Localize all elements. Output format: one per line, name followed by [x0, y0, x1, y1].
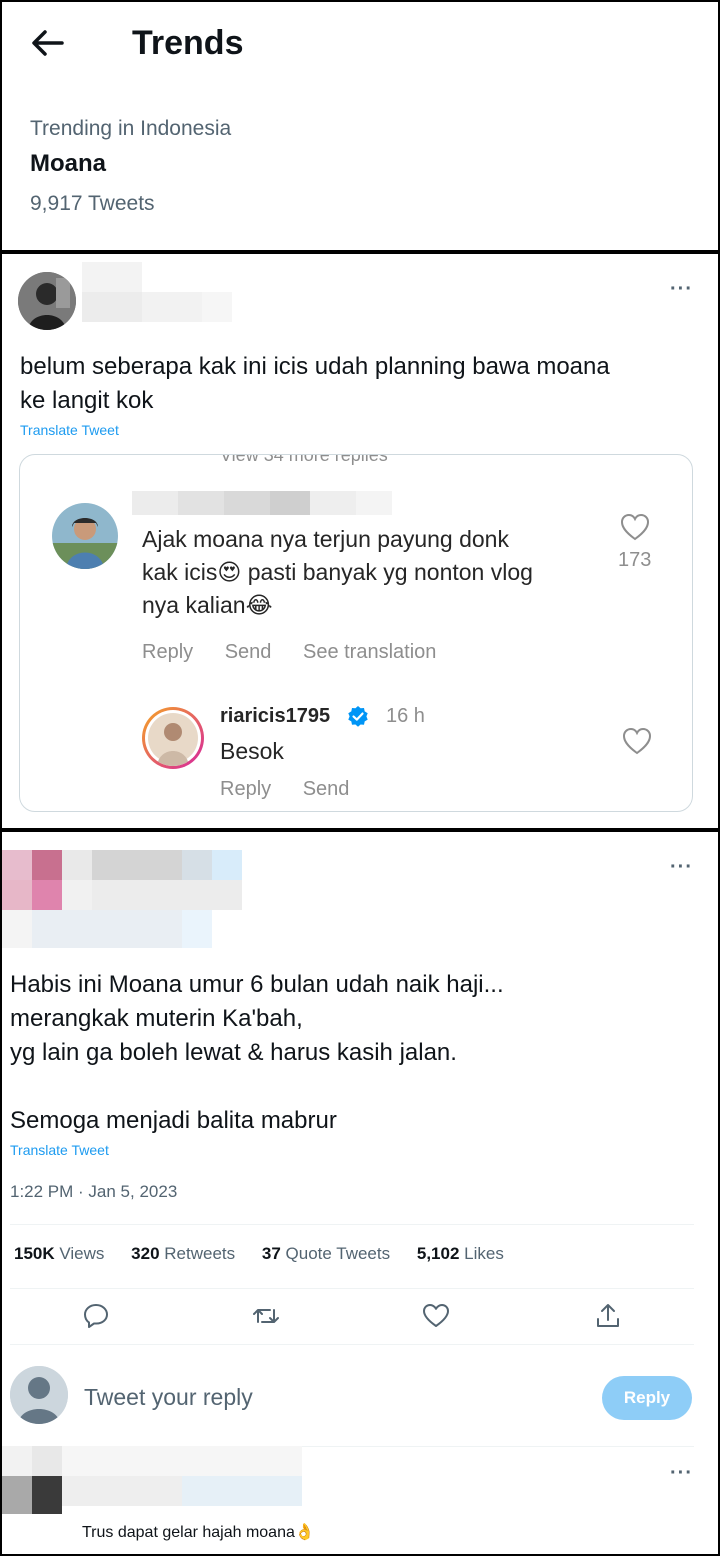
tweet-2: ··· Habis ini Moana umur 6 bulan udah na…	[0, 830, 720, 1556]
tweet-1: ··· belum seberapa kak ini icis udah pla…	[0, 252, 720, 830]
commenter-avatar[interactable]	[52, 503, 118, 569]
trend-tweet-count: 9,917 Tweets	[30, 192, 155, 215]
send-action[interactable]: Send	[303, 778, 350, 800]
reply-button[interactable]: Reply	[602, 1376, 692, 1420]
more-options-icon[interactable]: ···	[670, 1462, 693, 1485]
like-icon[interactable]	[422, 1302, 450, 1330]
heart-icon[interactable]	[620, 513, 650, 541]
verified-badge-icon	[348, 706, 368, 727]
comment-actions: Reply Send See translation	[142, 641, 462, 664]
back-arrow-icon[interactable]	[30, 28, 64, 58]
comment-like-count: 173	[618, 549, 652, 571]
tweet-text: Habis ini Moana umur 6 bulan udah naik h…	[10, 971, 504, 1134]
embedded-media-card[interactable]: View 34 more replies Ajak moana nya terj…	[19, 454, 693, 812]
quote-tweets-stat[interactable]: 37 Quote Tweets	[262, 1244, 390, 1263]
divider	[10, 1224, 694, 1225]
trend-name[interactable]: Moana	[30, 150, 106, 178]
reply-time: 16 h	[386, 705, 425, 727]
trends-header-panel: Trends Trending in Indonesia Moana 9,917…	[0, 0, 720, 252]
reply-username[interactable]: riaricis1795	[220, 705, 330, 728]
more-options-icon[interactable]: ···	[670, 278, 693, 301]
reply-text: Trus dapat gelar hajah moana👌	[82, 1524, 315, 1541]
trend-location: Trending in Indonesia	[30, 117, 232, 140]
divider	[10, 1288, 694, 1289]
heart-icon[interactable]	[622, 727, 652, 755]
views-stat[interactable]: 150K Views	[14, 1244, 104, 1263]
retweet-icon[interactable]	[252, 1302, 280, 1330]
translate-tweet-link[interactable]: Translate Tweet	[20, 422, 119, 438]
more-options-icon[interactable]: ···	[670, 856, 693, 879]
reply-text: Besok	[220, 738, 284, 764]
reply-actions: Reply Send	[220, 778, 375, 801]
tweet-text: belum seberapa kak ini icis udah plannin…	[20, 353, 610, 414]
tweet-reply-input[interactable]: Tweet your reply	[84, 1384, 253, 1411]
ig-comment-text: Ajak moana nya terjun payung donk kak ic…	[142, 526, 533, 618]
likes-stat[interactable]: 5,102 Likes	[417, 1244, 504, 1263]
tweet-timestamp[interactable]: 1:22 PM · Jan 5, 2023	[10, 1182, 177, 1202]
reply-avatar[interactable]	[142, 707, 204, 769]
divider	[10, 1344, 694, 1345]
reply-icon[interactable]	[82, 1302, 110, 1330]
tweet-stats: 150K Views 320 Retweets 37 Quote Tweets …	[14, 1244, 526, 1264]
retweets-stat[interactable]: 320 Retweets	[131, 1244, 235, 1263]
page-title: Trends	[132, 24, 244, 62]
current-user-avatar[interactable]	[10, 1366, 68, 1424]
view-more-replies: View 34 more replies	[220, 454, 388, 465]
see-translation-action[interactable]: See translation	[303, 641, 436, 663]
reply-action[interactable]: Reply	[142, 641, 193, 663]
reply-action[interactable]: Reply	[220, 778, 271, 800]
share-icon[interactable]	[594, 1302, 622, 1330]
translate-tweet-link[interactable]: Translate Tweet	[10, 1142, 109, 1158]
avatar[interactable]	[18, 272, 76, 330]
send-action[interactable]: Send	[225, 641, 272, 663]
